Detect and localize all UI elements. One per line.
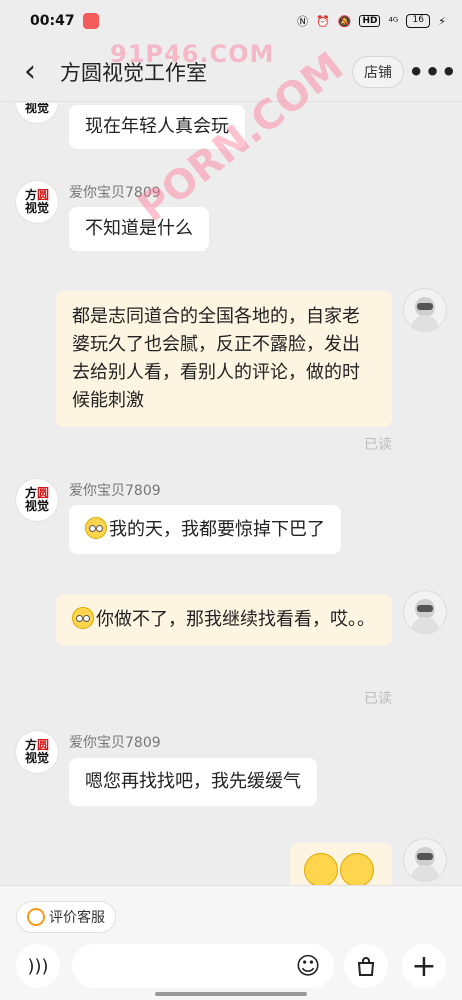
- avatar-text: 圆: [37, 188, 50, 202]
- my-avatar[interactable]: [404, 839, 446, 881]
- chat-list[interactable]: 方圆 视觉 现在年轻人真会玩 方圆 视觉 爱你宝贝7809 不知道是什么 都是志…: [0, 103, 462, 885]
- message-bubble[interactable]: 嗯您再找找吧，我先缓缓气: [69, 758, 317, 806]
- plus-icon[interactable]: +: [402, 944, 446, 988]
- avatar-text: 视觉: [24, 751, 49, 765]
- rate-service-label: 评价客服: [49, 910, 105, 926]
- read-status: 已读: [364, 437, 392, 453]
- avatar[interactable]: 方圆 视觉: [16, 731, 58, 773]
- input-bar: 评价客服 ))) ☺ +: [0, 885, 462, 1000]
- charging-icon: ⚡: [438, 14, 446, 28]
- bag-icon[interactable]: [344, 944, 388, 988]
- message-bubble[interactable]: 我的天，我都要惊掉下巴了: [69, 505, 341, 554]
- flushed-emoji-icon: [85, 517, 107, 539]
- sweat-emoji-icon: [304, 853, 338, 885]
- avatar-text: 视觉: [24, 499, 49, 513]
- rate-service-button[interactable]: 评价客服: [16, 901, 116, 933]
- back-icon[interactable]: ‹: [0, 42, 60, 102]
- message-bubble-outgoing[interactable]: [290, 843, 392, 885]
- avatar-text: 圆: [37, 738, 50, 752]
- avatar-text: 圆: [37, 486, 50, 500]
- message-text: 你做不了，那我继续找看看，哎。。: [96, 609, 375, 630]
- avatar-text: 视觉: [24, 201, 49, 215]
- avatar-text: 方: [24, 486, 37, 500]
- message-text: 我的天，我都要惊掉下巴了: [109, 519, 325, 540]
- read-status: 已读: [364, 691, 392, 707]
- voice-icon[interactable]: ))): [16, 944, 60, 988]
- status-time: 00:47: [30, 13, 75, 29]
- avatar-text: 方: [24, 188, 37, 202]
- dizzy-emoji-icon: [72, 607, 94, 629]
- my-avatar[interactable]: [404, 591, 446, 633]
- message-bubble-outgoing[interactable]: 你做不了，那我继续找看看，哎。。: [56, 594, 392, 646]
- notification-app-icon: [82, 13, 99, 29]
- sender-name: 爱你宝贝7809: [69, 735, 161, 751]
- my-avatar[interactable]: [404, 289, 446, 331]
- watermark: 91P46.COM: [110, 40, 275, 68]
- alarm-icon: ⏰: [316, 14, 330, 28]
- avatar[interactable]: 方圆 视觉: [16, 181, 58, 223]
- nfc-icon: Ⓝ: [297, 15, 309, 28]
- avatar[interactable]: 方圆 视觉: [16, 479, 58, 521]
- message-bubble-outgoing[interactable]: 都是志同道合的全国各地的，自家老婆玩久了也会腻，反正不露脸，发出去给别人看，看别…: [56, 291, 392, 427]
- home-indicator: [155, 992, 307, 996]
- avatar[interactable]: 方圆 视觉: [16, 103, 58, 123]
- sender-name: 爱你宝贝7809: [69, 483, 161, 499]
- emoji-icon[interactable]: ☺: [292, 950, 324, 982]
- sweat-emoji-icon: [340, 853, 374, 885]
- avatar-text: 视觉: [24, 103, 49, 115]
- avatar-text: 方: [24, 738, 37, 752]
- more-icon[interactable]: •••: [404, 58, 462, 86]
- smile-icon: [27, 908, 45, 926]
- message-bubble[interactable]: 不知道是什么: [69, 207, 209, 251]
